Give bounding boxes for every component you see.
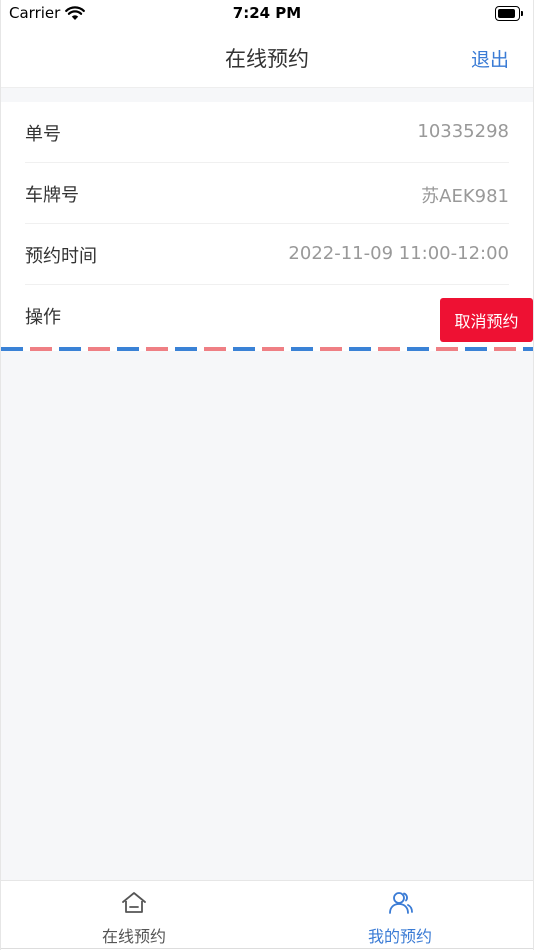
order-number-label: 单号 — [25, 124, 61, 145]
page-title: 在线预约 — [225, 47, 309, 71]
home-icon — [122, 892, 146, 913]
plate-number-row: 车牌号 苏AEK981 — [25, 163, 509, 224]
plate-number-value: 苏AEK981 — [421, 186, 509, 207]
order-number-value: 10335298 — [417, 121, 509, 142]
action-label: 操作 — [25, 307, 61, 328]
reservation-time-row: 预约时间 2022-11-09 11:00-12:00 — [25, 224, 509, 285]
reservation-card: 单号 10335298 车牌号 苏AEK981 预约时间 2022-11-09 … — [1, 102, 533, 351]
status-bar: Carrier 7:24 PM — [1, 0, 533, 28]
plate-number-label: 车牌号 — [25, 185, 79, 206]
reservation-time-label: 预约时间 — [25, 246, 97, 267]
nav-bar: 在线预约 退出 — [1, 28, 533, 88]
tab-online-booking[interactable]: 在线预约 — [1, 881, 267, 950]
status-time: 7:24 PM — [232, 4, 302, 22]
order-number-row: 单号 10335298 — [25, 102, 509, 163]
users-icon — [389, 892, 413, 914]
cancel-reservation-button[interactable]: 取消预约 — [440, 298, 533, 342]
tab-bar: 在线预约 我的预约 — [1, 880, 533, 950]
reservation-time-value: 2022-11-09 11:00-12:00 — [288, 243, 509, 264]
action-row: 操作 — [25, 285, 509, 347]
bottom-divider — [1, 948, 533, 949]
tab-my-bookings[interactable]: 我的预约 — [267, 881, 533, 950]
app-screen: Carrier 7:24 PM 在线预约 退出 单号 10335298 车牌号 … — [0, 0, 534, 950]
airmail-border — [1, 347, 533, 351]
battery-icon — [495, 6, 523, 21]
tab-my-bookings-label: 我的预约 — [367, 927, 432, 946]
logout-button[interactable]: 退出 — [471, 45, 509, 72]
tab-online-booking-label: 在线预约 — [101, 927, 166, 946]
